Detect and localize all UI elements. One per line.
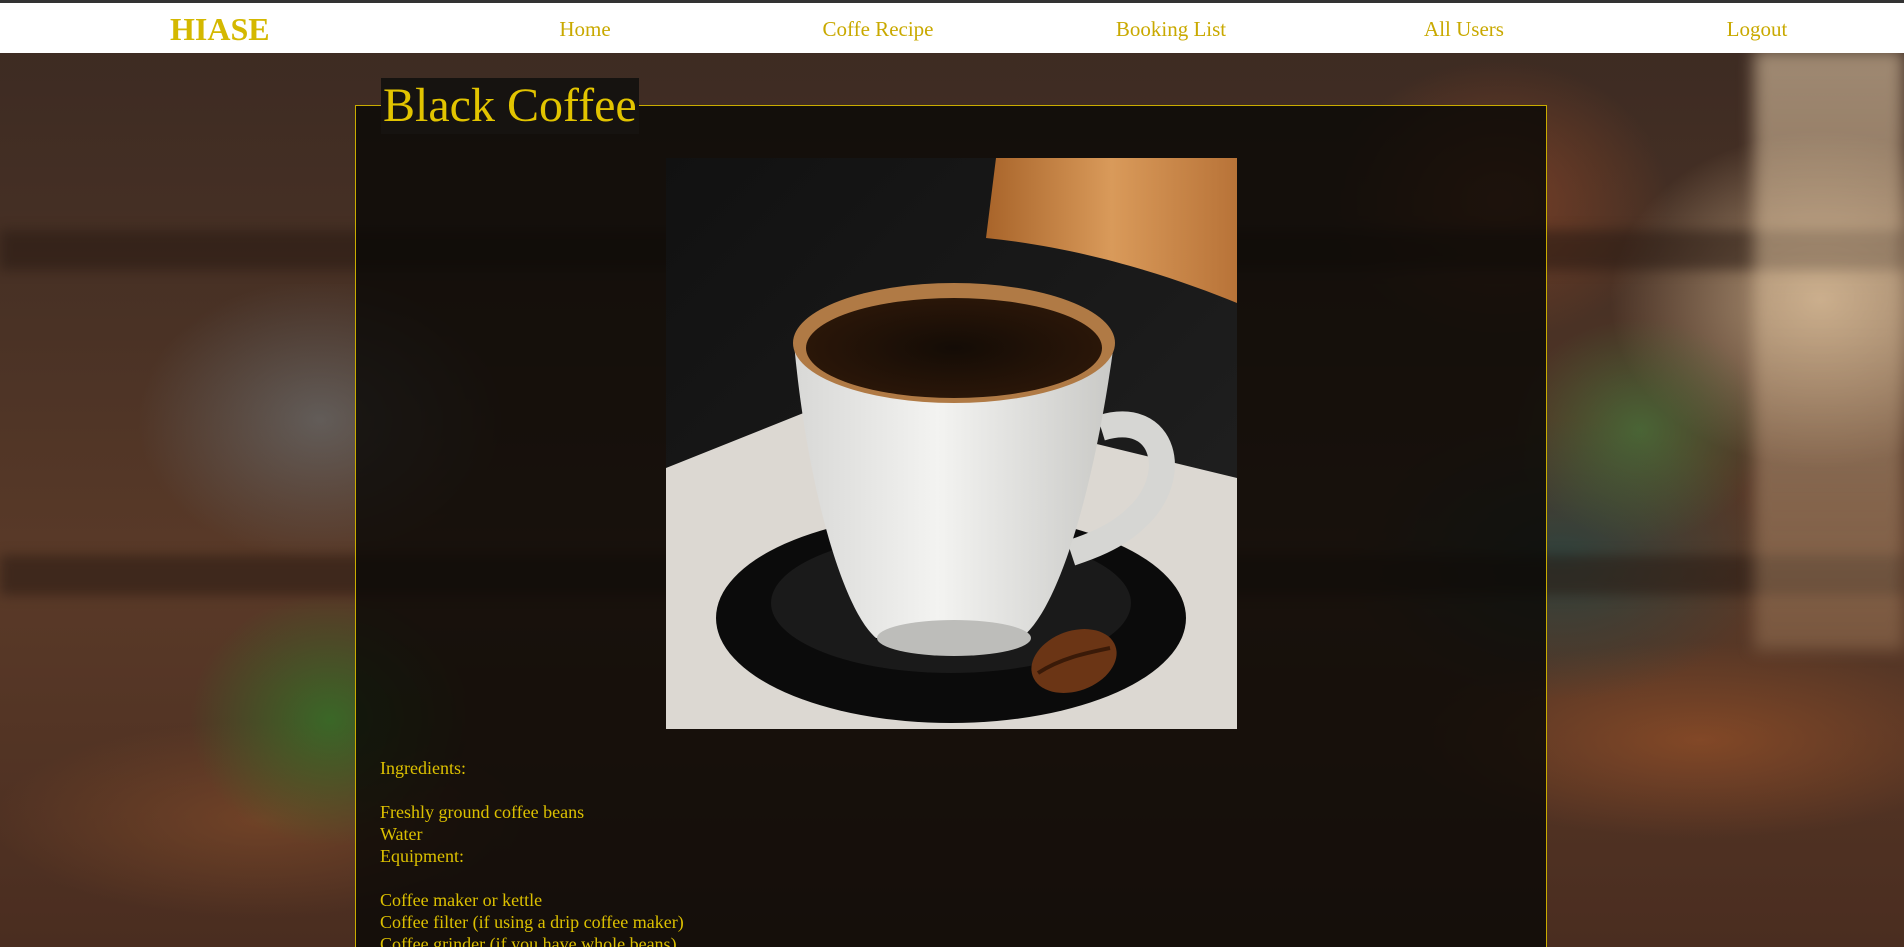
nav-booking-list-link[interactable]: Booking List [1116, 17, 1226, 42]
equipment-heading: Equipment: [380, 846, 464, 866]
top-navbar: HIASE Home Coffe Recipe Booking List All… [0, 0, 1904, 53]
ingredient-item: Water [380, 824, 423, 844]
nav-home-link[interactable]: Home [559, 17, 610, 42]
recipe-details: Ingredients: Freshly ground coffee beans… [380, 757, 684, 947]
black-coffee-cup-photo [666, 158, 1237, 729]
recipe-title: Black Coffee [381, 78, 639, 134]
nav-coffee-recipe-link[interactable]: Coffe Recipe [823, 17, 934, 42]
brand-logo[interactable]: HIASE [170, 11, 270, 48]
equipment-item: Coffee maker or kettle [380, 890, 543, 910]
equipment-item: Coffee filter (if using a drip coffee ma… [380, 912, 684, 932]
ingredients-heading: Ingredients: [380, 758, 466, 778]
ingredient-item: Freshly ground coffee beans [380, 802, 585, 822]
nav-all-users-link[interactable]: All Users [1424, 17, 1504, 42]
equipment-item: Coffee grinder (if you have whole beans) [380, 934, 677, 947]
nav-logout-link[interactable]: Logout [1727, 17, 1788, 42]
